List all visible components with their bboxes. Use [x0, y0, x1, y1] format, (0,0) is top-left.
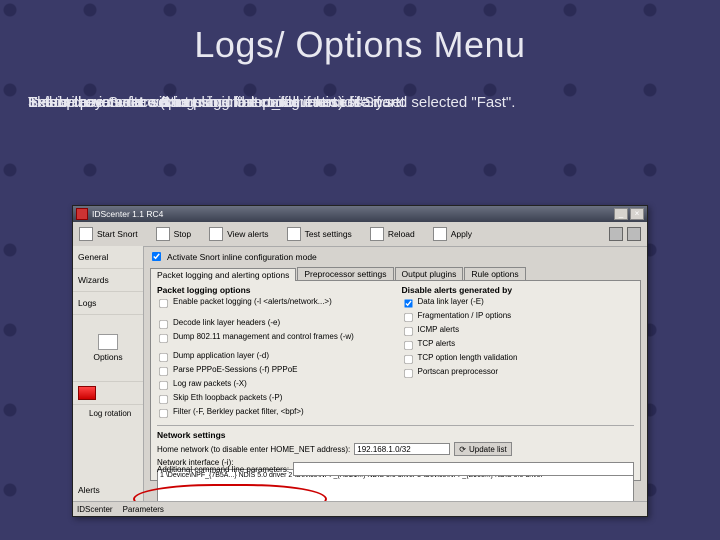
tab-preprocessor[interactable]: Preprocessor settings [297, 267, 393, 280]
sidebar-item-options[interactable]: Options [73, 315, 143, 382]
group-disable-alerts: Disable alerts generated by [402, 285, 635, 295]
extra-params-input[interactable] [293, 462, 634, 476]
statusbar: IDScenter Parameters [73, 501, 647, 516]
chk-dump-app[interactable] [159, 353, 167, 361]
sidebar-item-log-red[interactable] [73, 382, 143, 405]
chk-pppoe[interactable] [159, 367, 167, 375]
toolbar-stop[interactable]: Stop [156, 227, 192, 241]
tabstrip: Packet logging and alerting options Prep… [150, 267, 641, 281]
window-min-button[interactable]: _ [614, 208, 628, 220]
tray-icon [627, 227, 641, 241]
update-list-button[interactable]: ⟳ Update list [454, 442, 512, 456]
play-icon [79, 227, 93, 241]
sidebar-item-general[interactable]: General [73, 246, 143, 269]
chk-decode-link[interactable] [159, 320, 167, 328]
app-window: IDScenter 1.1 RC4 _ × Start Snort Stop V… [72, 205, 648, 517]
extra-params-label: Additional command line parameters: [157, 465, 289, 474]
titlebar: IDScenter 1.1 RC4 _ × [73, 206, 647, 222]
chk-enable-logging[interactable] [159, 299, 167, 307]
window-close-button[interactable]: × [630, 208, 644, 220]
app-icon [76, 208, 88, 220]
group-network: Network settings [157, 430, 634, 440]
slide-title: Logs/ Options Menu [28, 24, 692, 66]
reload-icon [370, 227, 384, 241]
tab-packet-logging[interactable]: Packet logging and alerting options [150, 268, 296, 281]
chk-tcpopt[interactable] [404, 355, 412, 363]
sidebar-item-wizards[interactable]: Wizards [73, 269, 143, 292]
tab-rule-options[interactable]: Rule options [464, 267, 525, 280]
chk-icmp[interactable] [404, 327, 412, 335]
toolbar-reload[interactable]: Reload [370, 227, 415, 241]
toolbar-view-alerts[interactable]: View alerts [209, 227, 268, 241]
chk-dl[interactable] [404, 299, 412, 307]
sidebar-item-log-rotation[interactable]: Log rotation [73, 405, 143, 421]
sidebar: General Wizards Logs Options Log rotatio… [73, 246, 144, 502]
toolbar-apply[interactable]: Apply [433, 227, 472, 241]
status-right: Parameters [123, 505, 164, 514]
tab-output-plugins[interactable]: Output plugins [395, 267, 464, 280]
home-net-input[interactable] [354, 443, 450, 455]
log-icon [78, 386, 96, 400]
slide-body-overlap: This will overwrite settings in snort co… [28, 94, 692, 164]
chk-skip-loopback[interactable] [159, 395, 167, 403]
stop-icon [156, 227, 170, 241]
chk-tcp[interactable] [404, 341, 412, 349]
refresh-icon: ⟳ [459, 445, 466, 454]
activate-inline-checkbox[interactable] [152, 252, 161, 261]
activate-inline-label: Activate Snort inline configuration mode [167, 252, 317, 262]
status-left: IDScenter [77, 505, 113, 514]
toolbar: Start Snort Stop View alerts Test settin… [73, 222, 647, 247]
options-icon [98, 334, 118, 350]
sidebar-item-alerts[interactable]: Alerts [73, 479, 143, 502]
chk-portscan[interactable] [404, 369, 412, 377]
window-title: IDScenter 1.1 RC4 [92, 209, 163, 219]
apply-icon [433, 227, 447, 241]
group-packet-logging: Packet logging options [157, 285, 390, 295]
main-panel: Activate Snort inline configuration mode… [144, 246, 647, 502]
check-icon [287, 227, 301, 241]
toolbar-start[interactable]: Start Snort [79, 227, 138, 241]
toolbar-test[interactable]: Test settings [287, 227, 352, 241]
tab-panel: Packet logging options Enable packet log… [150, 281, 641, 481]
sidebar-item-logs[interactable]: Logs [73, 292, 143, 315]
body-line-5: Select the interface Snort should monito… [28, 94, 383, 112]
systray [609, 227, 641, 241]
chk-dump-80211[interactable] [159, 334, 167, 342]
tray-icon [609, 227, 623, 241]
home-net-label: Home network (to disable enter HOME_NET … [157, 445, 350, 454]
chk-bpf-filter[interactable] [159, 409, 167, 417]
chk-frag[interactable] [404, 313, 412, 321]
eye-icon [209, 227, 223, 241]
chk-raw[interactable] [159, 381, 167, 389]
